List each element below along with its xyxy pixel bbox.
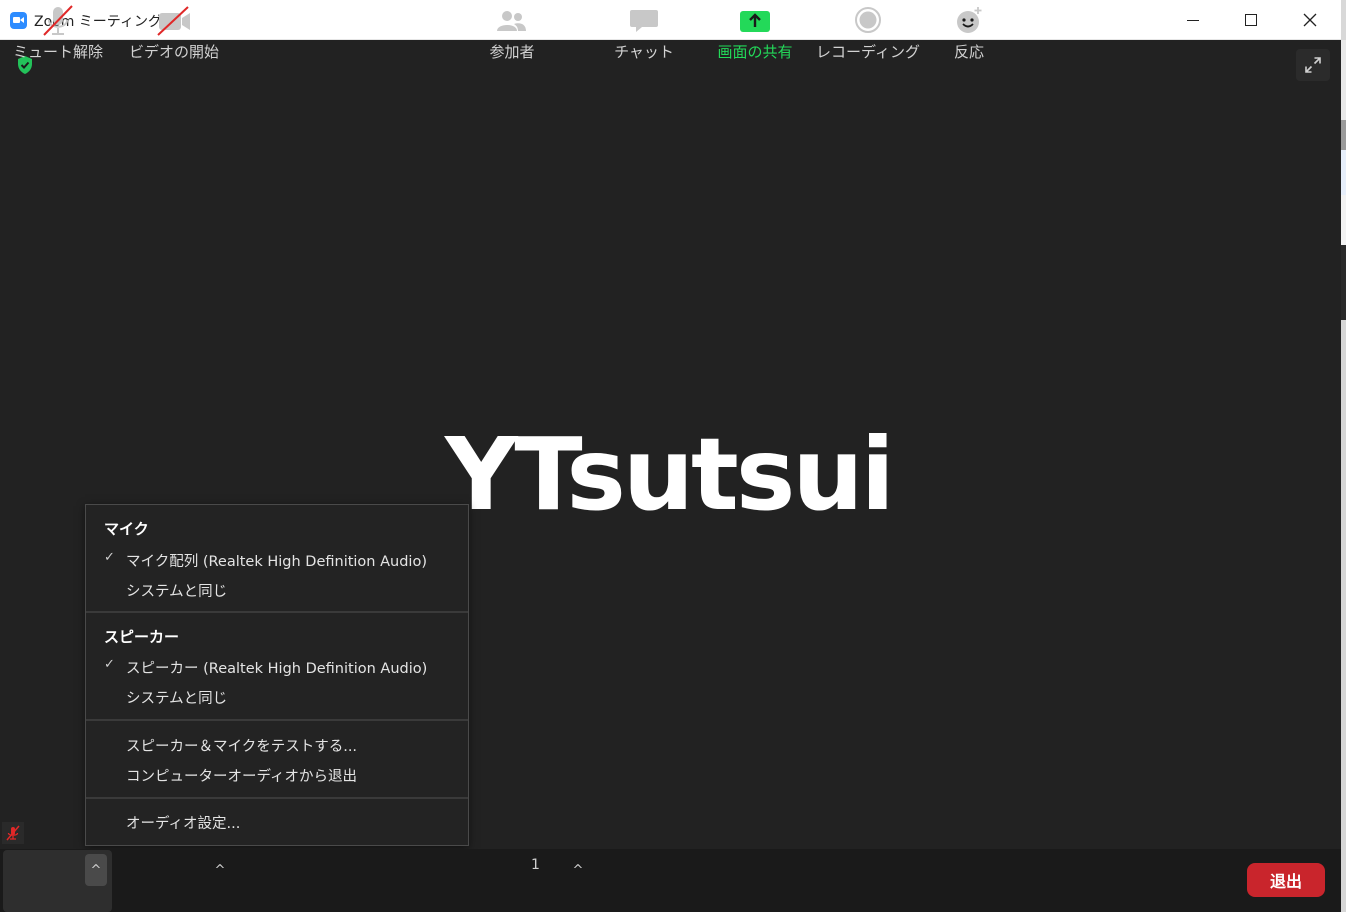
zoom-meeting-window: Zoom ミーティング YTsutsui マイク ✓ マイク配列 (Realte… xyxy=(0,0,1341,912)
mic-off-icon xyxy=(6,825,20,841)
menu-item-audio-settings[interactable]: オーディオ設定... xyxy=(86,808,468,836)
share-screen-icon xyxy=(740,11,770,32)
menu-item-leave-computer-audio[interactable]: コンピューターオーディオから退出 xyxy=(86,761,468,789)
menu-item-test-speaker-mic[interactable]: スピーカー＆マイクをテストする... xyxy=(86,731,468,759)
unmute-button[interactable]: ミュート解除 xyxy=(8,0,108,63)
audio-options-menu: マイク ✓ マイク配列 (Realtek High Definition Aud… xyxy=(85,504,469,846)
video-off-icon xyxy=(157,6,190,36)
participants-icon xyxy=(497,11,526,31)
start-video-button[interactable]: ビデオの開始 xyxy=(124,0,224,63)
chat-button[interactable]: チャット xyxy=(604,0,684,63)
maximize-icon xyxy=(1245,14,1257,26)
minimize-icon xyxy=(1187,19,1199,21)
participants-button[interactable]: 参加者 xyxy=(472,0,552,63)
participants-options-caret[interactable]: ^ xyxy=(567,854,589,886)
maximize-button[interactable] xyxy=(1222,0,1280,40)
meeting-toolbar xyxy=(0,849,1341,912)
video-options-caret[interactable]: ^ xyxy=(209,854,231,886)
menu-item-speaker-realtek[interactable]: ✓ スピーカー (Realtek High Definition Audio) xyxy=(86,653,468,681)
menu-divider xyxy=(86,611,468,613)
mic-section-header: マイク xyxy=(104,520,149,538)
menu-item-speaker-same-as-system[interactable]: システムと同じ xyxy=(86,683,468,711)
speaker-section-header: スピーカー xyxy=(104,628,180,646)
chat-icon xyxy=(630,10,658,32)
menu-item-mic-same-as-system[interactable]: システムと同じ xyxy=(86,576,468,604)
record-icon xyxy=(855,7,881,33)
participant-name: YTsutsui xyxy=(445,416,895,533)
expand-icon xyxy=(1305,57,1321,73)
minimize-button[interactable] xyxy=(1164,0,1222,40)
recording-button[interactable]: レコーディング xyxy=(816,0,920,63)
close-icon xyxy=(1303,13,1317,27)
checkmark-icon: ✓ xyxy=(104,657,115,672)
menu-divider xyxy=(86,797,468,799)
reactions-button[interactable]: 反応 xyxy=(934,0,1004,63)
leave-meeting-button[interactable]: 退出 xyxy=(1247,863,1325,897)
reaction-emoji-icon xyxy=(957,7,982,33)
checkmark-icon: ✓ xyxy=(104,550,115,565)
mic-muted-indicator xyxy=(2,822,24,844)
share-screen-button[interactable]: 画面の共有 xyxy=(705,0,805,63)
menu-item-mic-realtek[interactable]: ✓ マイク配列 (Realtek High Definition Audio) xyxy=(86,546,468,574)
close-button[interactable] xyxy=(1281,0,1339,40)
audio-options-caret[interactable]: ^ xyxy=(85,854,107,886)
fullscreen-button[interactable] xyxy=(1296,49,1330,81)
background-window-edge xyxy=(1341,0,1346,912)
mic-muted-icon xyxy=(43,5,73,36)
menu-divider xyxy=(86,719,468,721)
participant-count: 1 xyxy=(531,857,540,873)
